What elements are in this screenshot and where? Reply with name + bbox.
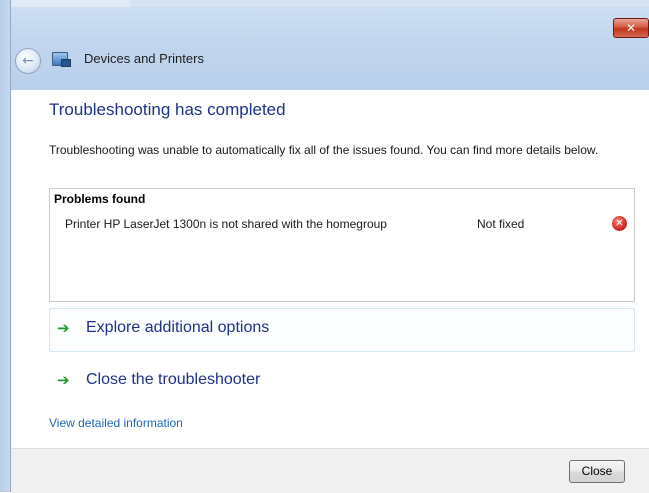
main-content: Troubleshooting has completed Troublesho… [11, 90, 649, 448]
close-icon: ✕ [625, 21, 637, 35]
problem-name: Printer HP LaserJet 1300n is not shared … [65, 217, 387, 231]
window-title: Devices and Printers [84, 51, 204, 66]
problems-found-panel: Problems found Printer HP LaserJet 1300n… [49, 188, 635, 302]
page-heading: Troubleshooting has completed [49, 100, 286, 119]
problem-status: Not fixed [477, 217, 525, 231]
window-close-button[interactable]: ✕ [613, 18, 649, 38]
back-arrow-icon: ← [22, 53, 34, 69]
close-troubleshooter[interactable]: ➔ Close the troubleshooter [49, 360, 635, 404]
close-troubleshooter-label: Close the troubleshooter [86, 371, 261, 388]
problems-found-title: Problems found [54, 192, 146, 206]
back-button[interactable]: ← [15, 48, 41, 74]
page-description: Troubleshooting was unable to automatica… [49, 143, 599, 157]
window-left-border [0, 0, 11, 492]
window-frame [0, 0, 649, 90]
devices-printers-icon [52, 52, 71, 67]
green-arrow-icon: ➔ [57, 319, 70, 337]
explore-additional-options[interactable]: ➔ Explore additional options [49, 308, 635, 352]
explore-options-label: Explore additional options [86, 319, 270, 336]
green-arrow-icon: ➔ [57, 371, 70, 389]
view-detailed-information-link[interactable]: View detailed information [49, 416, 183, 430]
error-icon: ✕ [612, 216, 627, 231]
close-button[interactable]: Close [569, 460, 625, 483]
problem-row[interactable]: Printer HP LaserJet 1300n is not shared … [50, 213, 634, 239]
dialog-footer: Close [11, 448, 649, 493]
